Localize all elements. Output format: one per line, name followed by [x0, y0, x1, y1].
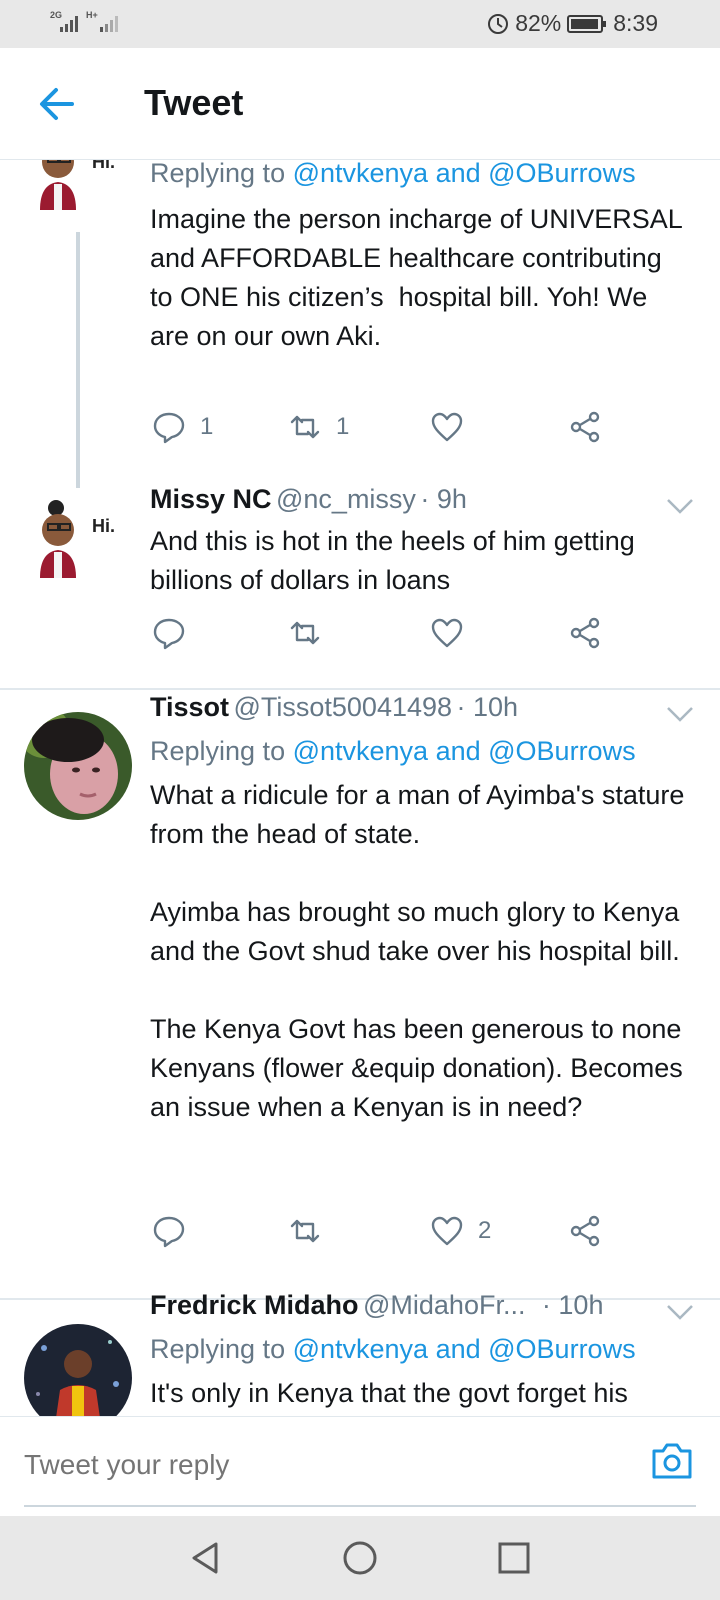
mention-link[interactable]: @OBurrows: [488, 736, 635, 766]
mention-link[interactable]: @OBurrows: [488, 160, 635, 188]
page-title: Tweet: [144, 82, 244, 123]
author-name[interactable]: Missy NC: [150, 484, 272, 514]
reply-icon: [153, 412, 185, 444]
battery-icon: [567, 14, 607, 33]
replying-prefix: Replying to: [150, 160, 293, 188]
share-icon: [570, 617, 600, 649]
like-button[interactable]: [430, 616, 464, 650]
author-handle[interactable]: @MidahoFr...: [363, 1290, 525, 1320]
chevron-down-icon[interactable]: [666, 496, 694, 516]
chevron-down-icon[interactable]: [666, 704, 694, 724]
avatar[interactable]: [30, 160, 90, 230]
retweet-button[interactable]: [288, 616, 322, 650]
share-button[interactable]: [568, 410, 602, 444]
network-type-2: H+: [86, 10, 98, 20]
tweet-header: Tissot @Tissot50041498 · 10h: [150, 692, 670, 723]
battery-percent: 82%: [515, 10, 562, 36]
network-type-1: 2G: [50, 10, 63, 20]
nav-home-icon[interactable]: [340, 1538, 380, 1578]
reply-input[interactable]: [24, 1443, 604, 1487]
nav-back-icon[interactable]: [186, 1538, 226, 1578]
signal-icon-2: H+: [86, 10, 122, 40]
app-header: Tweet: [0, 48, 720, 160]
tweet-time: · 10h: [541, 1290, 604, 1320]
tweet-actions: 2: [152, 1214, 632, 1254]
tweet-text: It's only in Kenya that the govt forget …: [150, 1378, 628, 1408]
like-icon: [431, 1216, 463, 1246]
tweet-actions: 1 1: [152, 410, 632, 450]
mention-link[interactable]: @ntvkenya: [293, 160, 428, 188]
avatar-caption: Hi.: [92, 160, 116, 172]
clock: 8:39: [613, 10, 658, 36]
data-saver-icon: [488, 13, 509, 34]
chevron-down-icon[interactable]: [666, 1302, 694, 1322]
camera-icon[interactable]: [650, 1441, 694, 1481]
avatar[interactable]: [24, 712, 132, 820]
tweet-header: Missy NC @nc_missy · 9h: [150, 484, 670, 515]
status-bar: 2G H+ 82% 8:39: [0, 0, 720, 48]
tweet-text: And this is hot in the heels of him gett…: [150, 526, 643, 595]
divider: [0, 688, 720, 690]
author-handle[interactable]: @nc_missy: [276, 484, 416, 514]
mention-join: and: [428, 736, 489, 766]
like-button[interactable]: [430, 410, 464, 444]
tweet-text: Imagine the person incharge of UNIVERSAL…: [150, 204, 690, 351]
like-button[interactable]: 2: [430, 1214, 491, 1248]
replying-prefix: Replying to: [150, 736, 293, 766]
mention-join: and: [428, 160, 489, 188]
replying-to: Replying to @ntvkenya and @OBurrows: [150, 1330, 636, 1368]
tweet-actions: [152, 616, 632, 656]
mention-link[interactable]: @ntvkenya: [293, 1334, 428, 1364]
thread-line: [76, 232, 80, 488]
reply-bar: [0, 1416, 720, 1516]
replying-to: Replying to @ntvkenya and @OBurrows: [150, 160, 636, 192]
retweet-button[interactable]: 1: [288, 410, 349, 444]
reply-icon: [153, 1216, 185, 1248]
retweet-icon: [290, 1219, 320, 1243]
like-count: 2: [478, 1217, 492, 1244]
mention-join: and: [428, 1334, 489, 1364]
nav-recents-icon[interactable]: [494, 1538, 534, 1578]
tweet-thread[interactable]: Hi. Replying to @ntvkenya and @OBurrows …: [0, 160, 720, 1416]
retweet-icon: [290, 621, 320, 645]
reply-icon: [153, 618, 185, 650]
retweet-button[interactable]: [288, 1214, 322, 1248]
tweet-text: What a ridicule for a man of Ayimba's st…: [150, 780, 685, 1122]
share-icon: [570, 411, 600, 443]
author-name[interactable]: Tissot: [150, 692, 229, 722]
replying-prefix: Replying to: [150, 1334, 293, 1364]
author-name[interactable]: Fredrick Midaho: [150, 1290, 359, 1320]
avatar-caption: Hi.: [92, 516, 116, 536]
signal-icon: 2G: [50, 10, 80, 40]
share-button[interactable]: [568, 616, 602, 650]
reply-button[interactable]: [152, 616, 186, 650]
tweet-time: · 10h: [456, 692, 519, 722]
avatar[interactable]: [24, 1324, 132, 1416]
replying-to: Replying to @ntvkenya and @OBurrows: [150, 732, 636, 770]
reply-button[interactable]: [152, 1214, 186, 1248]
like-icon: [431, 412, 463, 442]
retweet-count: 1: [336, 413, 350, 440]
author-handle[interactable]: @Tissot50041498: [233, 692, 452, 722]
retweet-icon: [290, 415, 320, 439]
system-nav-bar: [0, 1516, 720, 1600]
mention-link[interactable]: @OBurrows: [488, 1334, 635, 1364]
reply-count: 1: [200, 413, 214, 440]
share-button[interactable]: [568, 1214, 602, 1248]
tweet-time: · 9h: [420, 484, 467, 514]
reply-button[interactable]: 1: [152, 410, 213, 444]
back-arrow-icon[interactable]: [36, 84, 76, 124]
share-icon: [570, 1215, 600, 1247]
mention-link[interactable]: @ntvkenya: [293, 736, 428, 766]
like-icon: [431, 618, 463, 648]
status-right: 82% 8:39: [487, 10, 658, 37]
avatar[interactable]: [30, 498, 90, 598]
reply-underline: [24, 1505, 696, 1507]
tweet-header: Fredrick Midaho @MidahoFr... · 10h: [150, 1290, 670, 1321]
